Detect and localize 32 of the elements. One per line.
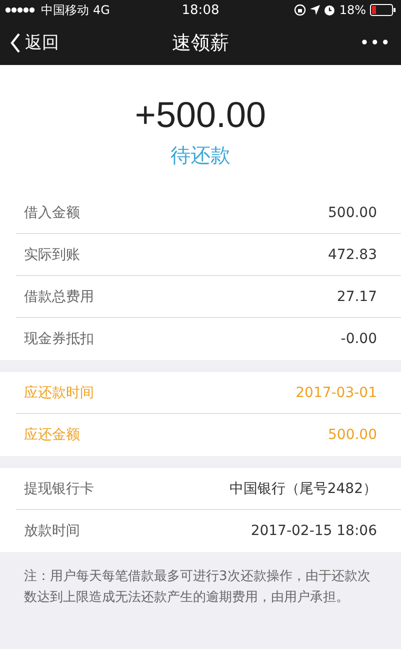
field-label: 应还金额	[23, 426, 80, 444]
field-value: 500.00	[328, 204, 377, 220]
footnote-text: 注：用户每天每笔借款最多可进行3次还款操作，由于还款次数达到上限造成无法还款产生的逾期费用，由用户承担。	[23, 568, 372, 607]
field-label: 借入金额	[23, 204, 80, 222]
network-type: 4G	[93, 3, 110, 17]
field-value: 中国银行（尾号2482）	[229, 480, 377, 498]
field-label: 提现银行卡	[23, 480, 94, 498]
field-value: 472.83	[328, 246, 377, 262]
field-value: 2017-02-15 18:06	[250, 523, 377, 539]
repayment-status: 待还款	[170, 142, 230, 169]
field-value: 27.17	[336, 288, 377, 304]
back-chevron-icon	[10, 32, 21, 52]
carrier-name: 中国移动	[41, 2, 89, 18]
field-value: 2017-03-01	[296, 384, 377, 400]
alarm-clock-icon	[324, 4, 336, 16]
battery-icon	[370, 4, 396, 16]
location-arrow-icon	[310, 5, 320, 15]
field-label: 实际到账	[23, 246, 80, 264]
page-title: 速领薪	[172, 30, 229, 56]
battery-percent: 18%	[339, 3, 366, 17]
more-button[interactable]: •••	[311, 33, 391, 52]
field-label: 借款总费用	[23, 288, 94, 306]
field-label: 放款时间	[23, 522, 80, 540]
field-label: 现金券抵扣	[23, 330, 94, 348]
field-value: -0.00	[340, 331, 377, 347]
loan-amount: +500.00	[134, 94, 266, 136]
signal-icon	[5, 6, 37, 14]
back-button[interactable]: 返回	[10, 31, 90, 54]
field-value: 500.00	[328, 427, 377, 443]
rotation-lock-icon	[294, 4, 306, 16]
field-label: 应还款时间	[23, 384, 94, 402]
clock-time: 18:08	[182, 2, 220, 18]
